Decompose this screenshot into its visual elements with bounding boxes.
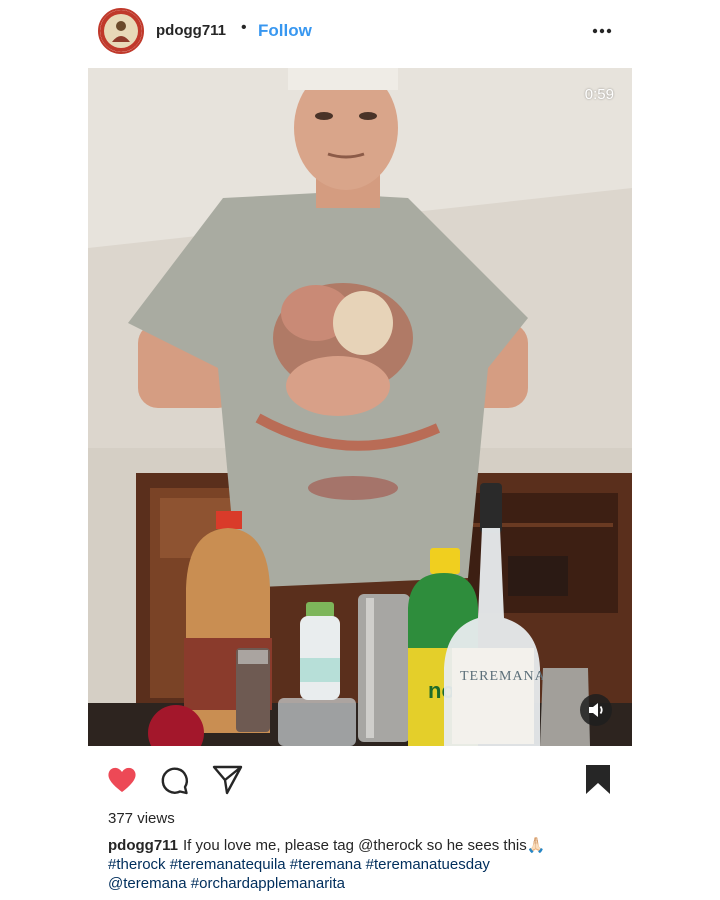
caption-text: If you love me, please tag @therock so h… xyxy=(183,837,546,854)
comment-icon[interactable] xyxy=(158,762,192,796)
cocktail-shaker xyxy=(358,594,410,742)
video-player[interactable]: no TEREMANA 0:59 xyxy=(88,68,632,746)
more-options-icon[interactable] xyxy=(587,14,617,44)
caption-username[interactable]: pdogg711 xyxy=(108,837,178,854)
follow-button[interactable]: Follow xyxy=(258,21,312,41)
caption-hashtags[interactable]: #therock #teremanatequila #teremana #ter… xyxy=(108,855,628,874)
bookmark-icon[interactable] xyxy=(581,762,615,796)
view-count: 377 views xyxy=(108,810,175,827)
caption-line-1: pdogg711 If you love me, please tag @ther… xyxy=(108,836,628,855)
post-username[interactable]: pdogg711 xyxy=(156,22,226,39)
post-header: pdogg711 • Follow xyxy=(0,0,720,64)
tequila-label: TEREMANA xyxy=(460,669,546,684)
heart-icon[interactable] xyxy=(105,762,139,796)
glass xyxy=(278,698,356,746)
avatar[interactable] xyxy=(98,8,144,54)
post-actions xyxy=(0,750,720,806)
speaker-icon[interactable] xyxy=(580,694,612,726)
share-icon[interactable] xyxy=(210,762,244,796)
video-frame: no TEREMANA xyxy=(88,68,632,746)
separator-dot: • xyxy=(241,19,247,36)
video-duration: 0:59 xyxy=(584,86,614,103)
post-caption: pdogg711 If you love me, please tag @ther… xyxy=(108,836,628,893)
clasped-hands xyxy=(286,356,390,416)
avatar-image xyxy=(100,10,142,52)
caption-mentions[interactable]: @teremana #orchardapplemanarita xyxy=(108,874,628,893)
